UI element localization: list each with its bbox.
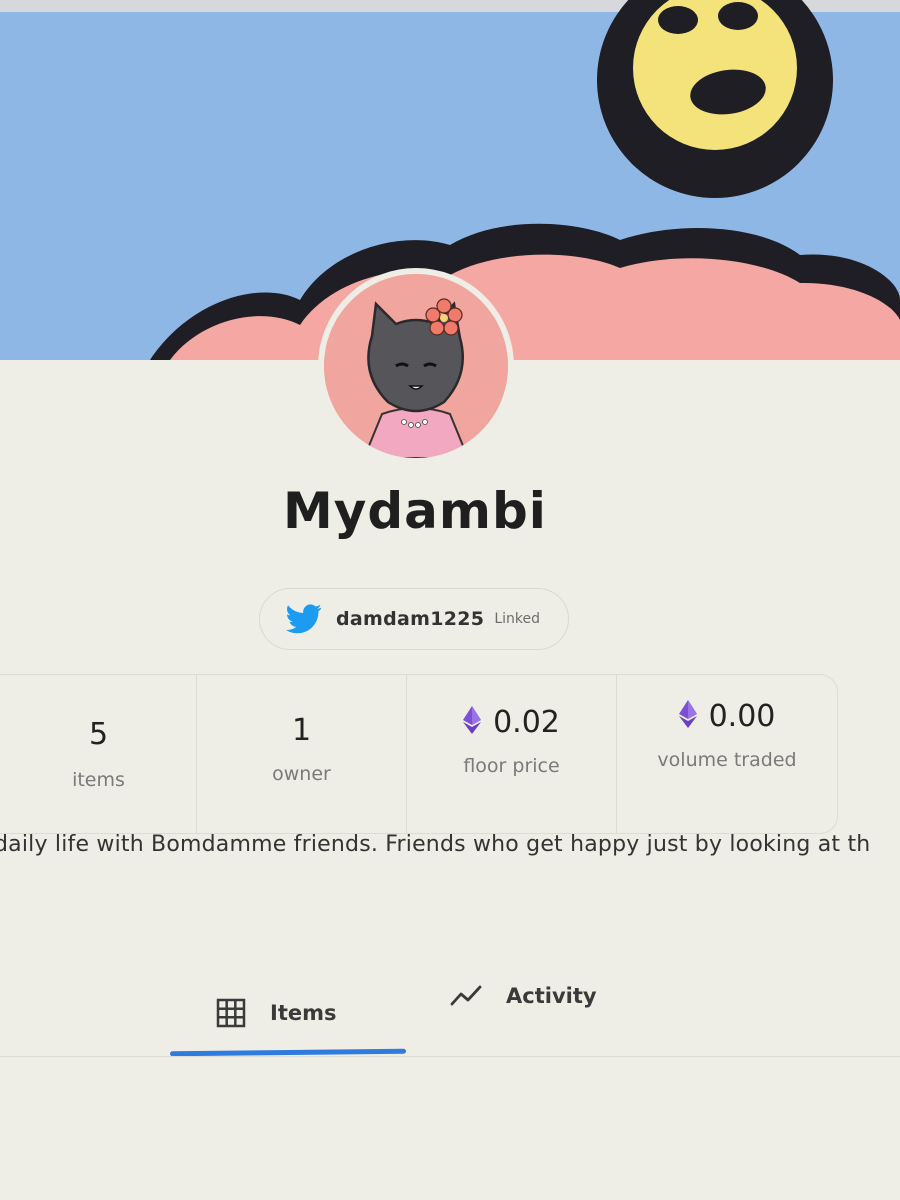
twitter-bird-icon bbox=[286, 604, 322, 634]
collection-page: Mydambi damdam1225 Linked 5 items 1 owne… bbox=[0, 0, 900, 1200]
collection-description: daily life with Bomdamme friends. Friend… bbox=[0, 832, 871, 857]
stat-floor-price[interactable]: 0.02 floor price bbox=[406, 675, 616, 833]
tab-activity[interactable]: Activity bbox=[450, 984, 597, 1008]
stat-floor-price-value-row: 0.02 bbox=[407, 705, 616, 742]
ethereum-icon bbox=[463, 705, 482, 742]
stat-owner-label: owner bbox=[272, 763, 331, 785]
stat-owner-value: 1 bbox=[291, 713, 312, 748]
stat-volume-traded-value: 0.00 bbox=[708, 699, 776, 734]
stat-volume-traded-label: volume traded bbox=[657, 749, 797, 771]
stat-floor-price-value: 0.02 bbox=[493, 705, 560, 740]
stat-items-value: 5 bbox=[88, 717, 109, 752]
twitter-handle: damdam1225 bbox=[336, 608, 485, 630]
collection-stats: 5 items 1 owner 0.02 floor price 0.00 vo… bbox=[0, 674, 838, 834]
ethereum-icon bbox=[678, 699, 697, 736]
tab-items-label: Items bbox=[270, 1001, 337, 1025]
collection-avatar bbox=[318, 268, 514, 464]
collection-tabs: Items Activity bbox=[0, 970, 900, 1090]
tab-items[interactable]: Items bbox=[216, 998, 336, 1028]
tabs-divider bbox=[0, 1056, 900, 1057]
twitter-link-badge[interactable]: damdam1225 Linked bbox=[259, 588, 569, 650]
stat-volume-traded[interactable]: 0.00 volume traded bbox=[616, 675, 837, 833]
collection-name: Mydambi bbox=[283, 482, 547, 540]
stat-items-label: items bbox=[72, 769, 125, 791]
twitter-linked-status: Linked bbox=[494, 611, 540, 627]
grid-icon bbox=[216, 998, 246, 1028]
activity-chart-icon bbox=[450, 984, 482, 1008]
stat-owner[interactable]: 1 owner bbox=[196, 675, 406, 833]
tab-activity-label: Activity bbox=[506, 984, 597, 1008]
stat-items[interactable]: 5 items bbox=[0, 675, 196, 833]
stat-volume-traded-value-row: 0.00 bbox=[617, 699, 837, 736]
stat-floor-price-label: floor price bbox=[463, 755, 560, 777]
